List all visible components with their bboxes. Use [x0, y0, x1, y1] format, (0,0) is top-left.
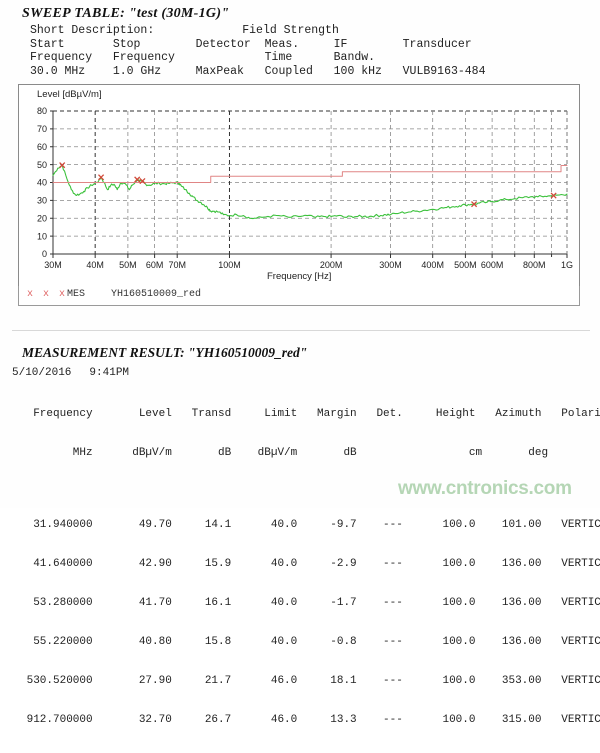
limit-line-trace	[53, 166, 567, 183]
y-axis-tick-label: 0	[42, 249, 47, 259]
legend-marker-symbols: x x x	[27, 289, 67, 300]
x-axis-tick-label: 100M	[218, 260, 241, 270]
y-axis-tick-label: 50	[37, 160, 47, 170]
spectrum-plot[interactable]: 0 10 20 30 40 50 60 70 80 30M 40M 50M 60M 70M 100M 200M…	[19, 85, 581, 305]
x-axis-tick-label: 1G	[561, 260, 573, 270]
x-axis-tick-label: 500M	[454, 260, 477, 270]
legend-trace-label: MES	[67, 289, 85, 300]
sweep-header-line-2: Frequency Frequency Time Bandw.	[30, 51, 588, 65]
y-axis-tick-label: 70	[37, 124, 47, 134]
measurement-result-block: MEASUREMENT RESULT: "YH160510009_red" 5/…	[12, 345, 588, 753]
sweep-short-description-line: Short Description: Field Strength	[30, 24, 588, 38]
measurement-time: 9:41PM	[89, 367, 129, 379]
chart-legend-strip: x x xMES YH160510009_red	[18, 286, 580, 306]
peak-marker[interactable]	[135, 177, 140, 182]
x-axis-tick-label: 300M	[379, 260, 402, 270]
measurement-table: Frequency Level Transd Limit Margin Det.…	[20, 382, 588, 753]
measurement-result-title: MEASUREMENT RESULT: "YH160510009_red"	[22, 345, 588, 361]
sweep-values-line: 30.0 MHz 1.0 GHz MaxPeak Coupled 100 kHz…	[30, 65, 588, 79]
table-row: 530.520000 27.90 21.7 46.0 18.1 --- 100.…	[20, 675, 588, 688]
measurement-date: 5/10/2016	[12, 367, 71, 379]
measurement-datetime: 5/10/2016 9:41PM	[12, 367, 588, 379]
x-axis-tick-label: 200M	[320, 260, 343, 270]
measurement-table-header-row-1: Frequency Level Transd Limit Margin Det.…	[20, 408, 588, 421]
x-axis-tick-label: 70M	[168, 260, 186, 270]
x-axis-tick-label: 30M	[44, 260, 62, 270]
y-axis-tick-label: 20	[37, 213, 47, 223]
sweep-short-description-label: Short Description:	[30, 24, 154, 37]
sweep-table-title: SWEEP TABLE: "test (30M-1G)"	[22, 6, 588, 22]
table-row: 53.280000 41.70 16.1 40.0 -1.7 --- 100.0…	[20, 597, 588, 610]
y-axis-tick-label: 30	[37, 196, 47, 206]
table-row: 31.940000 49.70 14.1 40.0 -9.7 --- 100.0…	[20, 519, 588, 532]
y-axis-tick-label: 80	[37, 106, 47, 116]
measurement-table-header-row-2: MHz dBµV/m dB dBµV/m dB cm deg	[20, 447, 588, 460]
spectrum-chart-frame: Level [dBµV/m] Frequency [Hz] 0102030405…	[18, 84, 580, 304]
section-divider	[12, 330, 590, 331]
table-row: 41.640000 42.90 15.9 40.0 -2.9 --- 100.0…	[20, 558, 588, 571]
x-axis-tick-label: 800M	[523, 260, 546, 270]
table-row: 912.700000 32.70 26.7 46.0 13.3 --- 100.…	[20, 714, 588, 727]
y-axis-tick-label: 10	[37, 231, 47, 241]
report-page: SWEEP TABLE: "test (30M-1G)" Short Descr…	[0, 0, 600, 508]
legend-trace-name: YH160510009_red	[111, 289, 201, 300]
table-row: 55.220000 40.80 15.8 40.0 -0.8 --- 100.0…	[20, 636, 588, 649]
sweep-header-line-1: Start Stop Detector Meas. IF Transducer	[30, 38, 588, 52]
measurement-table-spacer	[20, 486, 588, 493]
x-axis-tick-label: 600M	[481, 260, 504, 270]
x-axis-tick-label: 50M	[119, 260, 137, 270]
peak-marker[interactable]	[98, 175, 103, 180]
measurement-trace	[53, 165, 567, 218]
sweep-short-description-value: Field Strength	[242, 24, 339, 37]
sweep-table-block: SWEEP TABLE: "test (30M-1G)" Short Descr…	[12, 6, 588, 78]
y-axis-tick-label: 40	[37, 178, 47, 188]
x-axis-tick-label: 60M	[146, 260, 164, 270]
chart-legend-content: x x xMES YH160510009_red	[27, 289, 201, 300]
x-axis-tick-label: 400M	[421, 260, 444, 270]
x-axis-tick-label: 40M	[86, 260, 104, 270]
y-axis-tick-label: 60	[37, 142, 47, 152]
